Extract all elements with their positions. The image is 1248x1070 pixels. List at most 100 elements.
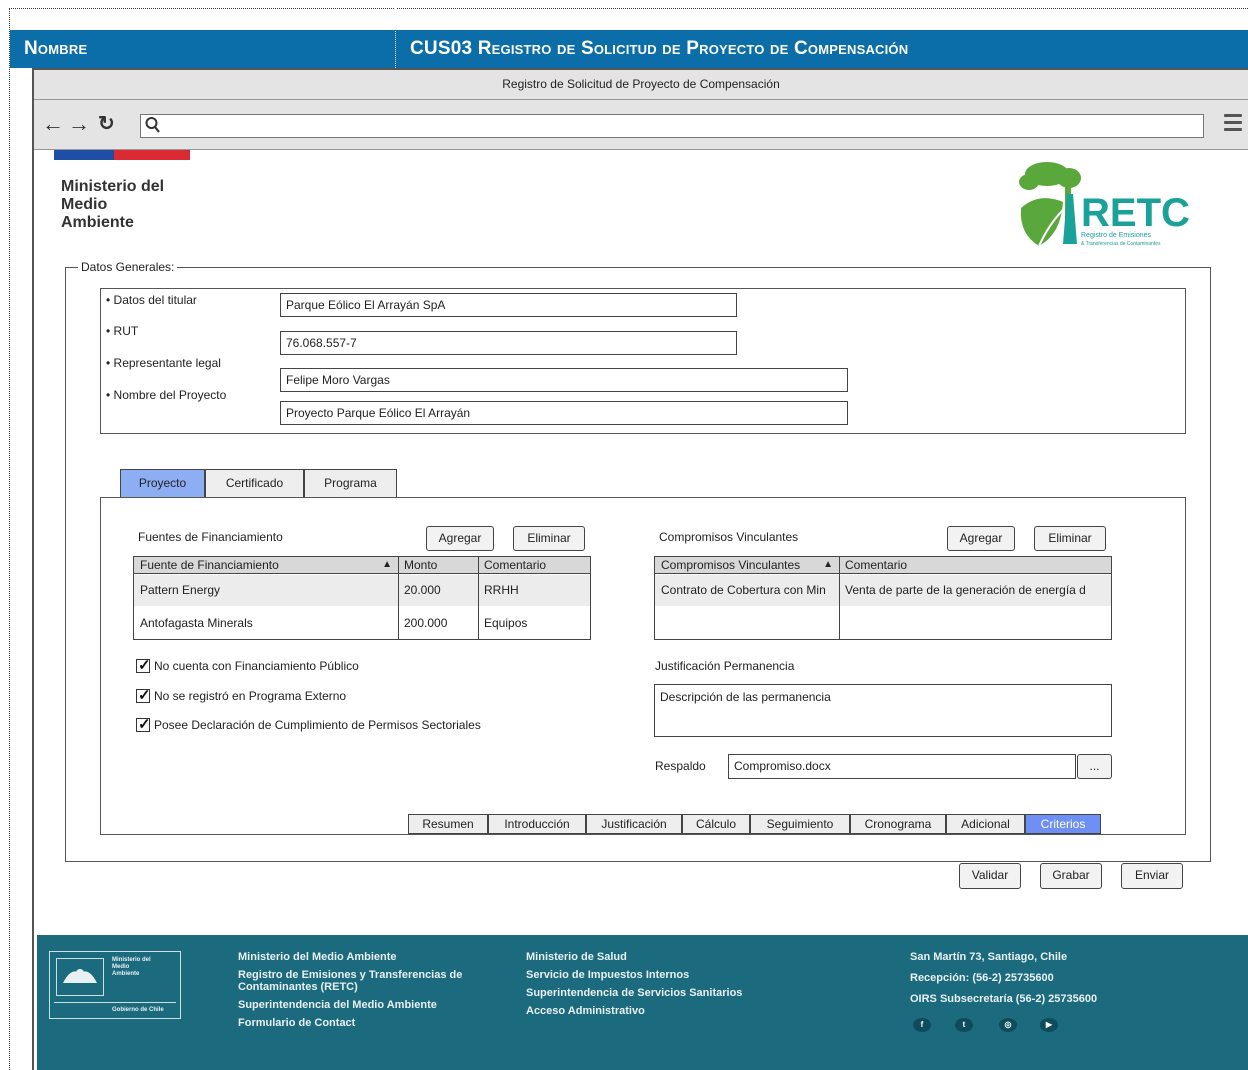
footer-link[interactable]: Registro de Emisiones y Transferencias d… (238, 969, 478, 993)
label-nombre-proyecto: • Nombre del Proyecto (106, 388, 227, 402)
hamburger-menu-icon[interactable] (1224, 114, 1242, 132)
grabar-button[interactable]: Grabar (1040, 863, 1102, 889)
nombre-proyecto-input[interactable]: Proyecto Parque Eólico El Arrayán (280, 401, 848, 425)
footer-logo-text: Ministerio del Medio Ambiente (112, 957, 151, 977)
cell-fuente: Pattern Energy (140, 583, 221, 597)
respaldo-input[interactable]: Compromiso.docx (728, 754, 1076, 779)
gobierno-logo: Ministerio del Medio Ambiente Gobierno d… (49, 951, 181, 1019)
financiamiento-title: Fuentes de Financiamiento (138, 530, 283, 544)
browse-file-button[interactable]: ... (1077, 754, 1112, 779)
footer-link[interactable]: Ministerio de Salud (526, 951, 756, 963)
column-header-compromisos[interactable]: Compromisos Vinculantes ▲ (655, 557, 839, 574)
validar-button[interactable]: Validar (959, 863, 1021, 889)
label-rut: • RUT (106, 324, 139, 338)
twitter-icon[interactable]: t (955, 1018, 973, 1032)
tab-cronograma[interactable]: Cronograma (850, 814, 946, 834)
footer-link[interactable]: Superintendencia de Servicios Sanitarios (526, 987, 756, 999)
checkbox-checked-icon[interactable]: ✓ (136, 687, 151, 704)
tab-seguimiento[interactable]: Seguimiento (750, 814, 850, 834)
address-bar[interactable] (140, 114, 1204, 138)
browser-window: Registro de Solicitud de Proyecto de Com… (32, 68, 1248, 1070)
back-arrow-icon[interactable]: ← (42, 111, 64, 137)
checkbox-programa-externo[interactable]: ✓ No se registró en Programa Externo (136, 687, 346, 704)
instagram-icon[interactable]: ◎ (999, 1018, 1017, 1032)
sort-asc-icon[interactable]: ▲ (823, 557, 833, 573)
rut-input[interactable]: 76.068.557-7 (280, 331, 737, 355)
facebook-icon[interactable]: f (913, 1018, 931, 1032)
compromisos-table: Compromisos Vinculantes ▲ Comentario Con… (654, 556, 1112, 640)
respaldo-label: Respaldo (655, 759, 706, 773)
footer-link[interactable]: Superintendencia del Medio Ambiente (238, 999, 478, 1011)
checkbox-permisos-sectoriales[interactable]: ✓ Posee Declaración de Cumplimiento de Pe… (136, 716, 481, 733)
tab-programa[interactable]: Programa (304, 469, 397, 497)
flag-stripe-blue (54, 150, 114, 160)
remove-compromiso-button[interactable]: Eliminar (1034, 526, 1106, 551)
svg-text:RETC: RETC (1081, 191, 1189, 235)
justificacion-label: Justificación Permanencia (655, 659, 795, 673)
tab-justificacion[interactable]: Justificación (586, 814, 682, 834)
footer-phone: Recepción: (56-2) 25735600 (910, 972, 1054, 984)
compromisos-title: Compromisos Vinculantes (659, 530, 799, 544)
tab-certificado[interactable]: Certificado (205, 469, 304, 497)
site-footer: Ministerio del Medio Ambiente Gobierno d… (37, 935, 1248, 1070)
tab-calculo[interactable]: Cálculo (682, 814, 750, 834)
use-case-header: Nombre CUS03 Registro de Solicitud de Pr… (10, 8, 1248, 68)
representante-input[interactable]: Felipe Moro Vargas (280, 368, 848, 392)
header-divider (395, 8, 396, 68)
footer-link[interactable]: Ministerio del Medio Ambiente (238, 951, 478, 963)
tab-proyecto[interactable]: Proyecto (120, 469, 205, 497)
forward-arrow-icon[interactable]: → (68, 111, 90, 137)
cell-compromiso: Contrato de Cobertura con Min (661, 583, 826, 597)
column-header-comentario[interactable]: Comentario (478, 557, 590, 574)
checkbox-financiamiento-publico[interactable]: ✓ No cuenta con Financiamiento Público (136, 657, 359, 674)
footer-link[interactable]: Servicio de Impuestos Internos (526, 969, 756, 981)
tab-criterios[interactable]: Criterios (1025, 814, 1101, 834)
sort-asc-icon[interactable]: ▲ (382, 557, 392, 573)
add-compromiso-button[interactable]: Agregar (947, 526, 1015, 551)
retc-logo: RETC Registro de Emisiones & Transferenc… (1009, 154, 1190, 252)
header-left-label: Nombre (24, 38, 88, 59)
ministry-logo: Ministerio del Medio Ambiente (61, 178, 165, 231)
footer-column-1: Ministerio del Medio Ambiente Registro d… (238, 951, 478, 1035)
remove-financiamiento-button[interactable]: Eliminar (513, 526, 585, 551)
svg-text:Registro de Emisiones: Registro de Emisiones (1081, 232, 1152, 239)
header-right-label: CUS03 Registro de Solicitud de Proyecto … (410, 38, 909, 59)
tab-adicional[interactable]: Adicional (946, 814, 1025, 834)
cell-monto: 20.000 (404, 583, 441, 597)
youtube-icon[interactable]: ▶ (1040, 1018, 1058, 1032)
flag-stripe-red (114, 150, 190, 160)
add-financiamiento-button[interactable]: Agregar (426, 526, 494, 551)
footer-address: San Martín 73, Santiago, Chile (910, 951, 1068, 963)
datos-generales-legend: Datos Generales: (78, 260, 178, 274)
footer-column-3: San Martín 73, Santiago, Chile Recepción… (910, 951, 1210, 1011)
footer-logo-gobierno: Gobierno de Chile (112, 1007, 164, 1013)
coat-of-arms-icon (56, 958, 104, 996)
svg-text:& Transferencias de Contaminan: & Transferencias de Contaminantes (1081, 241, 1161, 247)
enviar-button[interactable]: Enviar (1121, 863, 1183, 889)
footer-column-2: Ministerio de Salud Servicio de Impuesto… (526, 951, 756, 1023)
footer-link[interactable]: Acceso Administrativo (526, 1005, 756, 1017)
checkbox-checked-icon[interactable]: ✓ (136, 657, 151, 674)
column-header-monto[interactable]: Monto (398, 557, 478, 574)
footer-oirs: OIRS Subsecretaría (56-2) 25735600 (910, 993, 1098, 1005)
label-representante: • Representante legal (106, 356, 221, 370)
tab-introduccion[interactable]: Introducción (488, 814, 586, 834)
footer-link[interactable]: Formulario de Contact (238, 1017, 478, 1029)
cell-comentario: Equipos (484, 616, 528, 630)
column-header-comentario[interactable]: Comentario (839, 557, 1111, 574)
column-header-fuente[interactable]: Fuente de Financiamiento ▲ (134, 557, 398, 574)
search-icon (145, 116, 161, 139)
justificacion-textarea[interactable]: Descripción de las permanencia (654, 684, 1112, 737)
cell-monto: 200.000 (404, 616, 448, 630)
datos-titular-input[interactable]: Parque Eólico El Arrayán SpA (280, 293, 737, 317)
financiamiento-table: Fuente de Financiamiento ▲ Monto Comenta… (133, 556, 591, 640)
cell-fuente: Antofagasta Minerals (140, 616, 253, 630)
browser-navbar: ← → ↻ (34, 100, 1248, 150)
reload-icon[interactable]: ↻ (98, 111, 115, 137)
checkbox-checked-icon[interactable]: ✓ (136, 716, 151, 733)
label-datos-titular: • Datos del titular (106, 293, 197, 307)
window-title: Registro de Solicitud de Proyecto de Com… (34, 70, 1248, 100)
tab-resumen[interactable]: Resumen (408, 814, 488, 834)
cell-comentario: Venta de parte de la generación de energ… (845, 583, 1086, 597)
cell-comentario: RRHH (484, 583, 519, 597)
